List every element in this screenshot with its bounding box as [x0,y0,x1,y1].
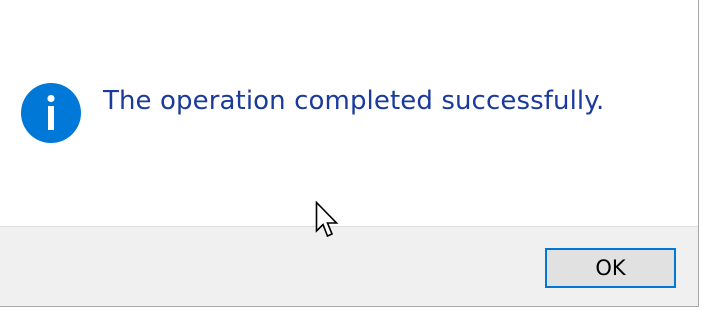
dialog-footer: OK [0,226,698,306]
mouse-pointer-icon [315,201,339,238]
ok-button[interactable]: OK [545,248,676,288]
info-icon [21,83,81,143]
message-dialog: The operation completed successfully. OK [0,0,699,307]
dialog-message: The operation completed successfully. [103,86,605,116]
dialog-content: The operation completed successfully. [0,0,698,226]
